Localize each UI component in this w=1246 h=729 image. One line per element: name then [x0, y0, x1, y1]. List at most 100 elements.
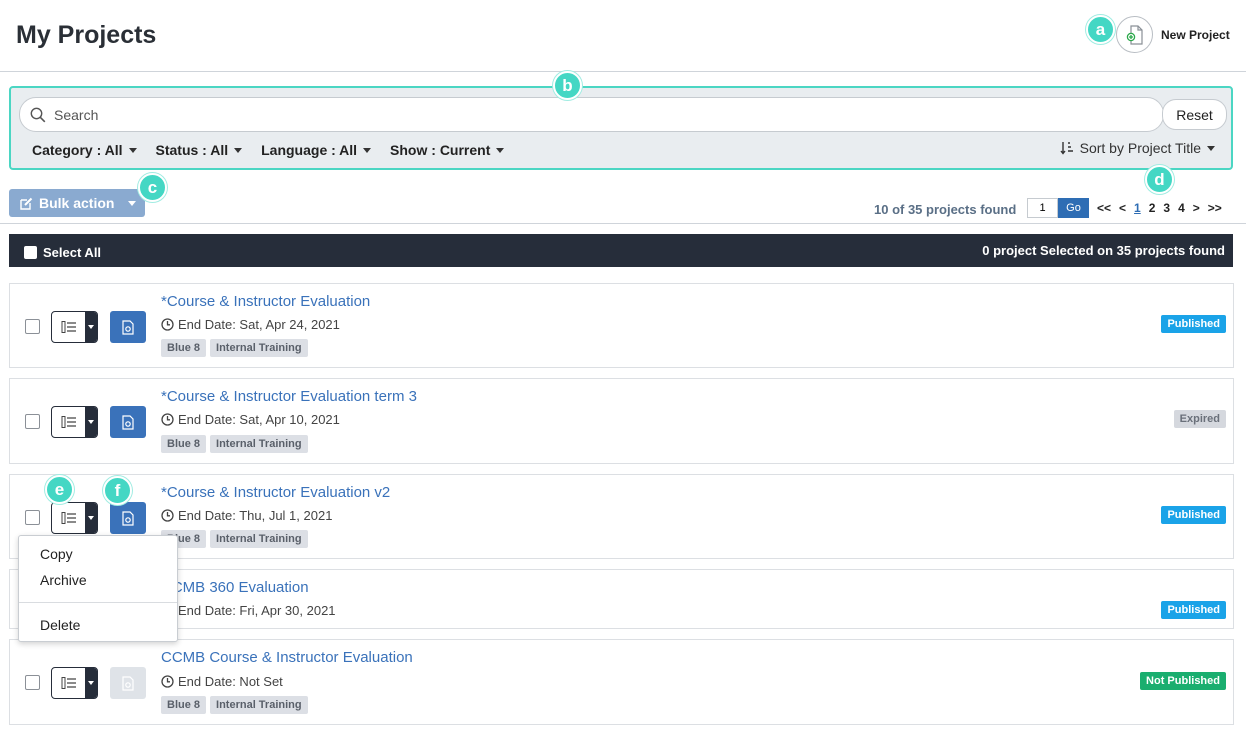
show-filter-label: Show : Current [390, 142, 491, 158]
status-filter-label: Status : All [155, 142, 229, 158]
sort-dropdown[interactable]: Sort by Project Title [1060, 140, 1215, 156]
next-page-link[interactable]: > [1193, 201, 1200, 215]
first-page-link[interactable]: << [1097, 201, 1111, 215]
project-document-button[interactable] [110, 406, 146, 438]
menu-item-copy[interactable]: Copy [40, 546, 73, 562]
project-end-date: End Date: Not Set [161, 674, 283, 689]
divider [0, 223, 1246, 224]
sort-icon [1060, 142, 1073, 155]
reset-button[interactable]: Reset [1162, 99, 1227, 130]
status-filter[interactable]: Status : All [156, 142, 243, 158]
chevron-down-icon [234, 147, 243, 153]
status-badge: Expired [1173, 410, 1226, 428]
project-checkbox[interactable] [25, 319, 40, 334]
document-settings-icon [122, 510, 134, 526]
language-filter[interactable]: Language : All [261, 142, 372, 158]
project-title-link[interactable]: CCMB 360 Evaluation [161, 579, 309, 596]
project-checkbox[interactable] [25, 675, 40, 690]
project-menu-button[interactable] [51, 406, 98, 438]
end-date-text: End Date: Thu, Jul 1, 2021 [178, 508, 333, 523]
bulk-action-button[interactable]: Bulk action [9, 189, 145, 217]
menu-item-delete[interactable]: Delete [40, 617, 80, 633]
last-page-link[interactable]: >> [1208, 201, 1222, 215]
clock-icon [161, 318, 174, 331]
category-filter[interactable]: Category : All [32, 142, 137, 158]
list-icon [52, 407, 86, 437]
project-card: CCMB Course & Instructor Evaluation End … [9, 639, 1234, 725]
project-end-date: End Date: Thu, Jul 1, 2021 [161, 508, 332, 523]
project-title-link[interactable]: *Course & Instructor Evaluation v2 [161, 484, 390, 501]
project-document-button[interactable] [110, 667, 146, 699]
tag: Internal Training [210, 530, 308, 548]
project-menu-button[interactable] [51, 502, 98, 534]
project-title-link[interactable]: *Course & Instructor Evaluation [161, 293, 370, 310]
callout-c: c [138, 173, 167, 202]
document-settings-icon [122, 319, 134, 335]
project-title-link[interactable]: *Course & Instructor Evaluation term 3 [161, 388, 417, 405]
project-menu-button[interactable] [51, 667, 98, 699]
project-document-button[interactable] [110, 311, 146, 343]
chevron-down-icon [496, 147, 505, 153]
search-input[interactable] [54, 106, 1054, 123]
project-title-link[interactable]: CCMB Course & Instructor Evaluation [161, 649, 413, 666]
tag: Blue 8 [161, 339, 207, 357]
project-tags: Blue 8 Internal Training [161, 435, 312, 453]
menu-divider [19, 602, 177, 603]
callout-f: f [103, 476, 132, 505]
end-date-text: End Date: Fri, Apr 30, 2021 [178, 603, 336, 618]
filter-row: Category : All Status : All Language : A… [32, 142, 523, 158]
project-tags: Blue 8 Internal Training [161, 339, 312, 357]
list-icon [52, 668, 86, 698]
page-link-2[interactable]: 2 [1149, 201, 1156, 215]
project-tags: Blue 8 Internal Training [161, 530, 312, 548]
project-checkbox[interactable] [25, 414, 40, 429]
chevron-down-icon [85, 668, 97, 698]
menu-item-archive[interactable]: Archive [40, 572, 87, 588]
project-end-date: End Date: Fri, Apr 30, 2021 [161, 603, 336, 618]
search-icon [30, 107, 46, 122]
category-filter-label: Category : All [32, 142, 123, 158]
project-card: *Course & Instructor Evaluation term 3 E… [9, 378, 1234, 464]
page-title: My Projects [16, 21, 157, 49]
project-menu-button[interactable] [51, 311, 98, 343]
filter-panel: Reset Category : All Status : All Langua… [9, 86, 1233, 170]
tag: Internal Training [210, 696, 308, 714]
tag: Internal Training [210, 435, 308, 453]
project-checkbox[interactable] [25, 510, 40, 525]
new-project-label: New Project [1161, 27, 1230, 42]
list-icon [52, 312, 86, 342]
project-document-button[interactable] [110, 502, 146, 534]
status-badge: Published [1161, 315, 1226, 333]
project-card: *Course & Instructor Evaluation v2 End D… [9, 474, 1234, 559]
select-all-checkbox[interactable] [24, 246, 37, 259]
page-link-4[interactable]: 4 [1178, 201, 1185, 215]
status-badge: Published [1161, 506, 1226, 524]
show-filter[interactable]: Show : Current [390, 142, 505, 158]
select-all-label[interactable]: Select All [43, 245, 101, 260]
sort-label: Sort by Project Title [1079, 140, 1201, 156]
page-link-3[interactable]: 3 [1163, 201, 1170, 215]
results-count: 10 of 35 projects found [874, 202, 1017, 217]
end-date-text: End Date: Not Set [178, 674, 283, 689]
search-box[interactable] [19, 97, 1164, 132]
clock-icon [161, 509, 174, 522]
project-context-menu: Copy Archive Delete [18, 535, 178, 642]
go-button[interactable]: Go [1058, 198, 1089, 218]
project-tags: Blue 8 Internal Training [161, 696, 312, 714]
page-number-input[interactable] [1027, 198, 1058, 218]
callout-a: a [1086, 15, 1115, 44]
end-date-text: End Date: Sat, Apr 10, 2021 [178, 412, 340, 427]
document-settings-icon [122, 414, 134, 430]
chevron-down-icon [128, 147, 137, 153]
pagination: << < 1 2 3 4 > >> [1097, 201, 1230, 215]
status-badge: Not Published [1140, 672, 1226, 690]
clock-icon [161, 675, 174, 688]
new-document-icon [1116, 16, 1153, 53]
tag: Blue 8 [161, 435, 207, 453]
callout-e: e [45, 475, 74, 504]
status-badge: Published [1161, 601, 1226, 619]
chevron-down-icon [85, 312, 97, 342]
page-link-1[interactable]: 1 [1134, 201, 1141, 215]
prev-page-link[interactable]: < [1119, 201, 1126, 215]
new-project-button[interactable]: New Project [1116, 16, 1230, 53]
